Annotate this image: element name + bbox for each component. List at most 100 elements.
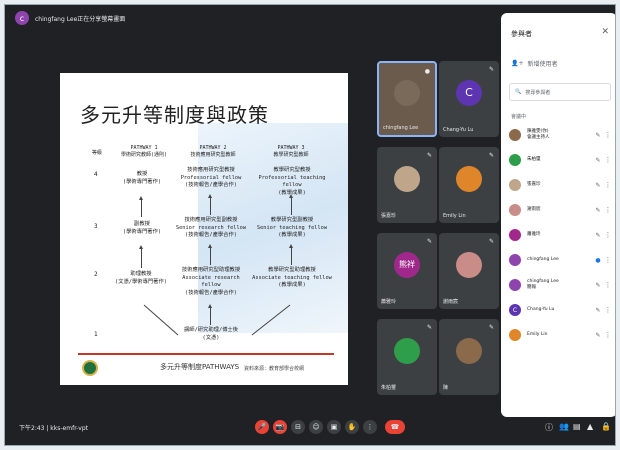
avatar [456, 251, 482, 278]
emoji-icon[interactable]: ☺ [309, 420, 323, 434]
list-item[interactable]: 陳雅雯(你) 會議主持人 ✎ ⋮ [509, 125, 613, 145]
list-item[interactable]: 謝雨宸 ✎ ⋮ [509, 200, 613, 220]
info-icon[interactable]: ⓘ [545, 422, 553, 433]
arrow-up-icon [289, 244, 293, 265]
mic-status-icon[interactable]: ✎ [593, 157, 603, 164]
avatar [509, 179, 521, 191]
microphone-icon[interactable]: 🎤 [255, 420, 269, 434]
mic-status-icon[interactable]: ✎ [593, 232, 603, 239]
mic-status-icon[interactable]: ✎ [593, 207, 603, 214]
level-header: 等級 [92, 150, 103, 156]
host-controls-icon[interactable]: 🔒 [601, 422, 611, 431]
avatar [509, 129, 521, 141]
more-options-icon[interactable]: ⋮ [603, 181, 613, 189]
arrow-up-icon [289, 194, 293, 215]
participant-name: 朱柏璽 [381, 385, 397, 391]
avatar [509, 329, 521, 341]
avatar [509, 254, 521, 266]
more-options-icon[interactable]: ⋮ [603, 206, 613, 214]
avatar: C [456, 79, 482, 106]
mic-status-icon[interactable]: ✎ [593, 182, 603, 189]
level-3: 3 [94, 223, 98, 230]
participant-tile[interactable]: ✎ 張嘉珍 [377, 147, 437, 223]
avatar [509, 229, 521, 241]
participant-tile[interactable]: C ✎ Chang-Yu Lu [439, 61, 499, 137]
avatar: C [509, 304, 521, 316]
more-options-icon[interactable]: ⋮ [603, 331, 613, 339]
participant-name: 蕭雅玲 [527, 232, 541, 237]
list-item[interactable]: chingfang Lee ● ⋮ [509, 250, 613, 270]
end-call-icon[interactable]: ☎ [385, 420, 405, 434]
participant-name: 陳 [443, 385, 449, 391]
list-item[interactable]: C Chang-Yu Lu ✎ ⋮ [509, 300, 613, 320]
more-options-icon[interactable]: ⋮ [603, 256, 613, 264]
participant-name: chingfang Lee [527, 257, 559, 262]
participant-name: 張嘉珍 [527, 182, 541, 187]
cell-l2-p3: 教學研究型助理教授 Associate teaching fellow (教學成… [252, 267, 332, 288]
time-and-meeting-code: 下午2:43 | kks-emfr-vpt [19, 425, 88, 432]
pathway-1-header: PATHWAY 1 學術研究教師(通則) [120, 145, 168, 158]
activities-icon[interactable]: ▲ [587, 422, 593, 431]
camera-icon[interactable]: 📷 [273, 420, 287, 434]
participant-name: 謝雨宸 [527, 207, 541, 212]
avatar [509, 154, 521, 166]
add-people-button[interactable]: 👤+ 新增使用者 [511, 59, 558, 68]
cell-l4-p2: 技術應用研究型教授 Professorial fellow (技術報告/產學合作… [180, 167, 242, 188]
search-placeholder: 搜尋參與者 [525, 89, 551, 96]
captions-icon[interactable]: ⊟ [291, 420, 305, 434]
arrow-up-icon [208, 194, 212, 215]
list-item[interactable]: 朱柏璽 ✎ ⋮ [509, 150, 613, 170]
list-item[interactable]: Emily Lin ✎ ⋮ [509, 325, 613, 345]
mic-status-icon: ✎ [488, 238, 494, 245]
more-options-icon[interactable]: ⋮ [603, 156, 613, 164]
presenter-avatar: c [15, 11, 29, 25]
present-icon[interactable]: ▣ [327, 420, 341, 434]
avatar: 熊祥 [394, 251, 420, 278]
mic-status-icon[interactable]: ✎ [593, 282, 603, 289]
participant-name: 張嘉珍 [381, 213, 397, 219]
chat-icon[interactable]: ▤ [573, 422, 581, 431]
mic-status-icon: ✎ [426, 324, 432, 331]
cell-l4-p1: 教授 (學術專門著作) [122, 171, 162, 185]
bottom-bar: 下午2:43 | kks-emfr-vpt 🎤 📷 ⊟ ☺ ▣ ✋ ⋮ ☎ ⓘ 👥 ▤ ▲ 🔒 [5, 411, 615, 445]
participant-tile[interactable]: ✎ 朱柏璽 [377, 319, 437, 395]
mic-status-icon[interactable]: ✎ [593, 332, 603, 339]
more-options-icon[interactable]: ⋮ [363, 420, 377, 434]
shared-slide: 多元升等制度與政策 等級 PATHWAY 1 學術研究教師(通則) PATHWA… [60, 73, 348, 385]
participants-panel: 參與者 ✕ 👤+ 新增使用者 🔍 搜尋參與者 會議中 陳雅雯(你) 會議主持人 ✎… [501, 13, 615, 417]
list-item[interactable]: 蕭雅玲 ✎ ⋮ [509, 225, 613, 245]
participant-tile[interactable]: ✎ 陳 [439, 319, 499, 395]
avatar [394, 80, 420, 107]
participant-name: chingfang Lee 簡報 [527, 279, 559, 290]
list-item[interactable]: 張嘉珍 ✎ ⋮ [509, 175, 613, 195]
participant-tile[interactable]: 熊祥 ✎ 蕭雅玲 [377, 233, 437, 309]
level-2: 2 [94, 271, 98, 278]
raise-hand-icon[interactable]: ✋ [345, 420, 359, 434]
search-input[interactable]: 🔍 搜尋參與者 [509, 83, 611, 101]
cell-l2-p2: 技術應用研究型助理教授 Associate research fellow (技… [181, 267, 241, 296]
more-options-icon[interactable]: ⋮ [603, 281, 613, 289]
more-options-icon[interactable]: ⋮ [603, 131, 613, 139]
participant-tile[interactable]: ✎ Emily Lin [439, 147, 499, 223]
mic-status-icon[interactable]: ● [593, 257, 603, 264]
slide-title: 多元升等制度與政策 [80, 103, 269, 127]
avatar [456, 337, 482, 364]
mic-status-icon: ✎ [426, 152, 432, 159]
participant-tile[interactable]: ✎ 謝雨宸 [439, 233, 499, 309]
cell-l3-p3: 教學研究型副教授 Senior teaching fellow (教學成果) [256, 217, 328, 238]
participant-name: 陳雅雯(你) 會議主持人 [527, 129, 550, 140]
arrow-up-icon [208, 244, 212, 265]
mic-status-icon[interactable]: ✎ [593, 307, 603, 314]
mic-status-icon: ✎ [488, 66, 494, 73]
mic-status-icon[interactable]: ✎ [593, 132, 603, 139]
more-options-icon[interactable]: ⋮ [603, 231, 613, 239]
close-icon[interactable]: ✕ [601, 27, 609, 37]
participant-name: 蕭雅玲 [381, 299, 397, 305]
people-icon[interactable]: 👥 [559, 422, 569, 431]
more-options-icon[interactable]: ⋮ [603, 306, 613, 314]
participant-tile[interactable]: ● chingfang Lee [377, 61, 437, 137]
list-item[interactable]: chingfang Lee 簡報 ✎ ⋮ [509, 275, 613, 295]
mic-status-icon: ✎ [426, 238, 432, 245]
mic-status-icon: ✎ [488, 324, 494, 331]
add-people-label: 新增使用者 [527, 61, 558, 68]
